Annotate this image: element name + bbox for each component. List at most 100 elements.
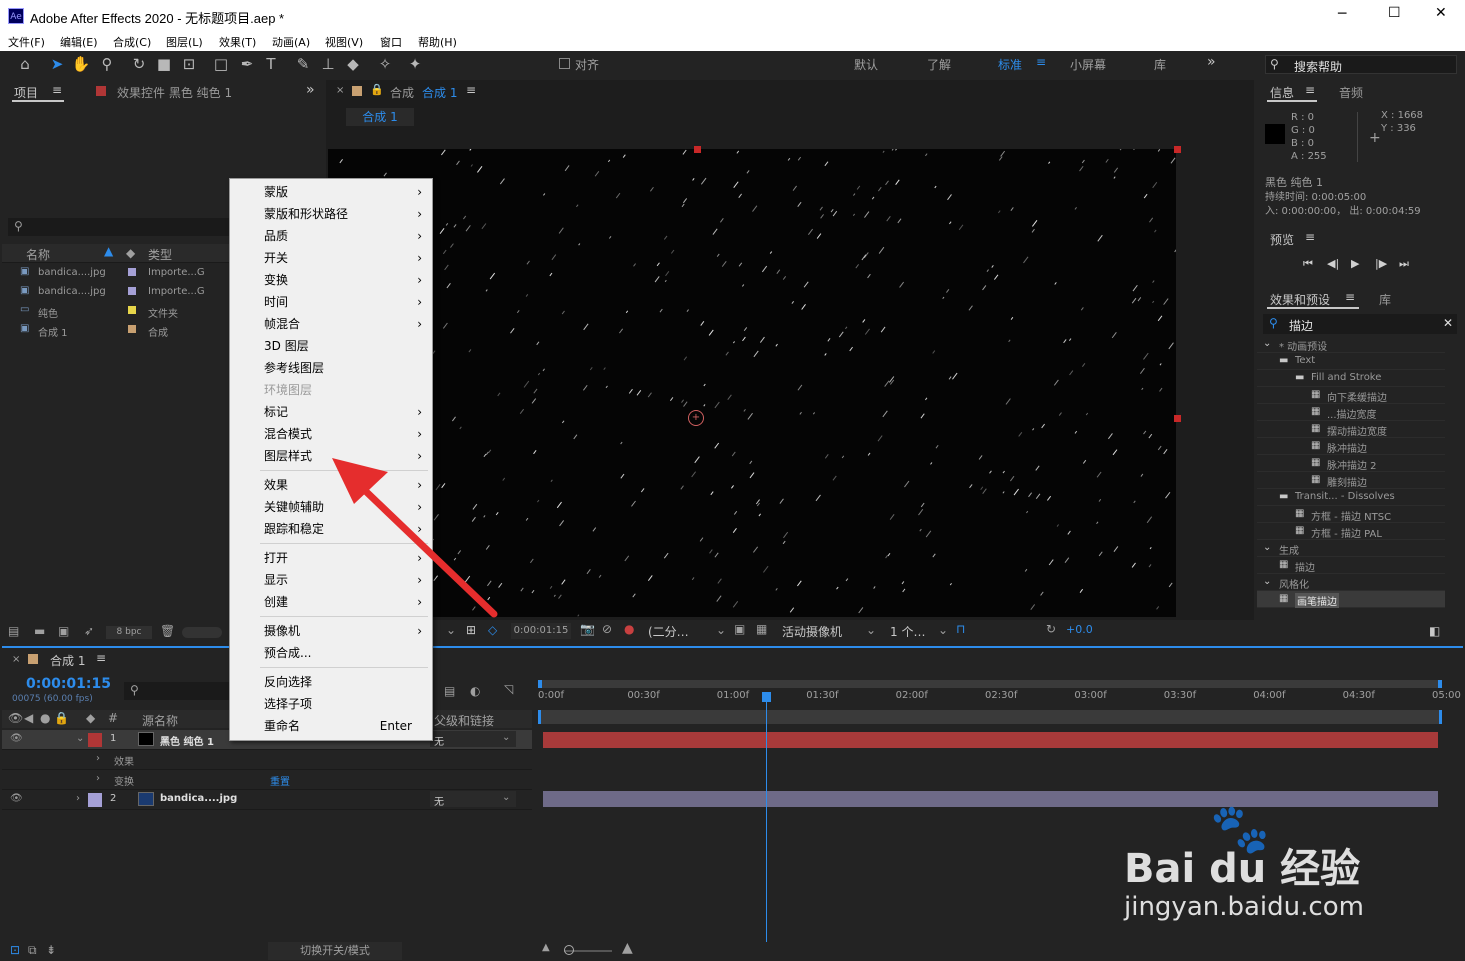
close-tab-icon[interactable]: × <box>336 85 344 96</box>
camera-select[interactable]: 活动摄像机 <box>782 623 842 640</box>
layer-handle[interactable] <box>1174 415 1181 422</box>
context-menu-item[interactable]: 开关 <box>264 247 424 269</box>
snapshot-icon[interactable]: 📷 <box>580 622 595 636</box>
menu-effect[interactable]: 效果(T) <box>219 34 256 50</box>
next-frame-button[interactable]: |▶ <box>1375 257 1387 270</box>
layer-name[interactable]: bandica....jpg <box>160 793 237 804</box>
transparency-grid-icon[interactable]: ▦ <box>756 622 767 636</box>
last-frame-button[interactable]: ⏭ <box>1399 257 1409 271</box>
context-menu-item[interactable]: 变换 <box>264 269 424 291</box>
effect-tree-item[interactable]: ▦ 脉冲描边 <box>1257 438 1445 455</box>
chevron-down-icon[interactable]: ⌄ <box>938 623 948 637</box>
effect-tree-item[interactable]: ▦ 脉冲描边 2 <box>1257 455 1445 472</box>
context-menu-item[interactable]: 蒙版 <box>264 181 424 203</box>
brush-tool-icon[interactable]: ✎ <box>292 54 314 74</box>
workspace-menu-icon[interactable]: ≡ <box>1036 55 1046 69</box>
col-parent[interactable]: 父级和链接 <box>434 712 494 729</box>
prev-frame-button[interactable]: ◀| <box>1327 257 1339 270</box>
tab-project[interactable]: 项目 <box>14 84 38 101</box>
workspace-learn[interactable]: 了解 <box>927 56 951 73</box>
item-label[interactable] <box>128 268 136 276</box>
timeline-layer-row[interactable]: 👁 › 2 bandica....jpg 无 ⌄ <box>2 790 532 810</box>
chevron-down-icon[interactable]: ⌄ <box>716 623 726 637</box>
effect-tree-item[interactable]: ▦ 摆动描边宽度 <box>1257 421 1445 438</box>
context-menu-item[interactable]: 时间 <box>264 291 424 313</box>
item-label[interactable] <box>128 287 136 295</box>
menu-edit[interactable]: 编辑(E) <box>60 34 98 50</box>
eye-icon[interactable]: 👁 <box>10 733 23 744</box>
pen-tool-icon[interactable]: ✒ <box>236 54 258 74</box>
project-item[interactable]: ▭ 纯色 文件夹 <box>2 302 230 321</box>
comp-markers-icon[interactable]: ⊡ <box>10 943 20 957</box>
expand-icon[interactable]: ⌄ <box>76 733 84 744</box>
home-icon[interactable]: ⌂ <box>14 54 36 74</box>
delete-icon[interactable]: 🗑 <box>160 624 175 638</box>
work-area-bar[interactable] <box>538 680 1442 688</box>
playhead[interactable] <box>766 694 767 944</box>
align-checkbox[interactable] <box>559 58 570 69</box>
menu-layer[interactable]: 图层(L) <box>166 34 203 50</box>
camera-tool-icon[interactable]: ■ <box>153 54 175 74</box>
selection-tool-icon[interactable]: ➤ <box>46 54 68 74</box>
workspace-standard[interactable]: 标准 <box>998 56 1022 73</box>
context-menu-item[interactable]: 品质 <box>264 225 424 247</box>
workspace-default[interactable]: 默认 <box>854 56 878 73</box>
context-menu-item[interactable]: 标记 <box>264 401 424 423</box>
anchor-point-icon[interactable]: + <box>688 410 704 426</box>
tab-audio[interactable]: 音频 <box>1339 84 1363 101</box>
color-channels-icon[interactable]: ● <box>624 622 634 636</box>
roto-brush-tool-icon[interactable]: ✧ <box>374 54 396 74</box>
project-item[interactable]: ▣ bandica....jpg Importe...G <box>2 264 230 283</box>
effect-tree-item[interactable]: ▦ 描边 <box>1257 557 1445 574</box>
show-snapshot-icon[interactable]: ⊘ <box>602 622 612 636</box>
tab-library[interactable]: 库 <box>1379 291 1391 308</box>
menu-window[interactable]: 窗口 <box>380 34 402 50</box>
effect-tree-item[interactable]: ▦ 画笔描边 <box>1257 591 1445 608</box>
effect-tree-item[interactable]: ⌄ 生成 <box>1257 540 1445 557</box>
col-name[interactable]: 名称 <box>26 246 50 263</box>
pan-behind-tool-icon[interactable]: ⊡ <box>178 54 200 74</box>
tab-info[interactable]: 信息 <box>1270 84 1294 101</box>
clone-stamp-tool-icon[interactable]: ⊥ <box>317 54 339 74</box>
col-type[interactable]: 类型 <box>148 246 172 263</box>
effect-tree-item[interactable]: ▦ 方框 - 描边 NTSC <box>1257 506 1445 523</box>
chevron-down-icon[interactable]: ⌄ <box>866 623 876 637</box>
layer-handle[interactable] <box>1174 146 1181 153</box>
current-time-field[interactable]: 0:00:01:15 <box>511 623 571 639</box>
thumbnail-slider[interactable] <box>182 627 222 638</box>
views-select[interactable]: 1 个… <box>890 623 925 640</box>
effect-tree-item[interactable]: ▦ 方框 - 描边 PAL <box>1257 523 1445 540</box>
context-menu-item[interactable]: 选择子项 <box>264 693 424 715</box>
effect-tree-item[interactable]: ⌄ * 动画预设 <box>1257 336 1445 353</box>
context-menu-item[interactable]: 帧混合 <box>264 313 424 335</box>
layer-label-color[interactable] <box>88 793 102 807</box>
layer-bar-1[interactable] <box>543 732 1438 748</box>
menu-animation[interactable]: 动画(A) <box>272 34 310 50</box>
project-item[interactable]: ▣ 合成 1 合成 <box>2 321 230 340</box>
reset-link[interactable]: 重置 <box>270 773 290 788</box>
menu-composition[interactable]: 合成(C) <box>113 34 151 50</box>
eye-icon[interactable]: 👁 <box>10 793 23 804</box>
info-menu-icon[interactable]: ≡ <box>1305 83 1315 97</box>
context-menu-item[interactable]: 反向选择 <box>264 671 424 693</box>
effect-tree-item[interactable]: ▬ Fill and Stroke <box>1257 370 1445 387</box>
bpc-button[interactable]: 8 bpc <box>106 626 152 639</box>
panel-overflow-icon[interactable]: » <box>306 82 315 98</box>
project-search[interactable]: ⚲ <box>8 218 232 236</box>
timeline-layer-row[interactable]: › 变换 重置 <box>2 770 532 790</box>
timeline-menu-icon[interactable]: ≡ <box>96 651 106 665</box>
toggle-pixel-icon[interactable]: ⊓ <box>956 622 965 636</box>
context-menu-item[interactable]: 参考线图层 <box>264 357 424 379</box>
playhead-handle[interactable] <box>762 692 771 702</box>
workspace-overflow-icon[interactable]: » <box>1207 54 1216 70</box>
render-time-icon[interactable]: ⇟ <box>46 943 56 957</box>
tab-composition[interactable]: 合成 1 <box>422 84 457 101</box>
context-menu-item[interactable]: 3D 图层 <box>264 335 424 357</box>
tab-preview[interactable]: 预览 <box>1270 231 1294 248</box>
layer-search[interactable]: ⚲ <box>124 682 232 700</box>
col-source-name[interactable]: 源名称 <box>142 712 178 729</box>
toggle-switches-modes[interactable]: 切换开关/模式 <box>268 942 402 960</box>
close-button[interactable]: ✕ <box>1435 5 1447 21</box>
close-tab-icon[interactable]: × <box>12 654 20 665</box>
timeline-timecode[interactable]: 0:00:01:15 <box>26 676 111 692</box>
